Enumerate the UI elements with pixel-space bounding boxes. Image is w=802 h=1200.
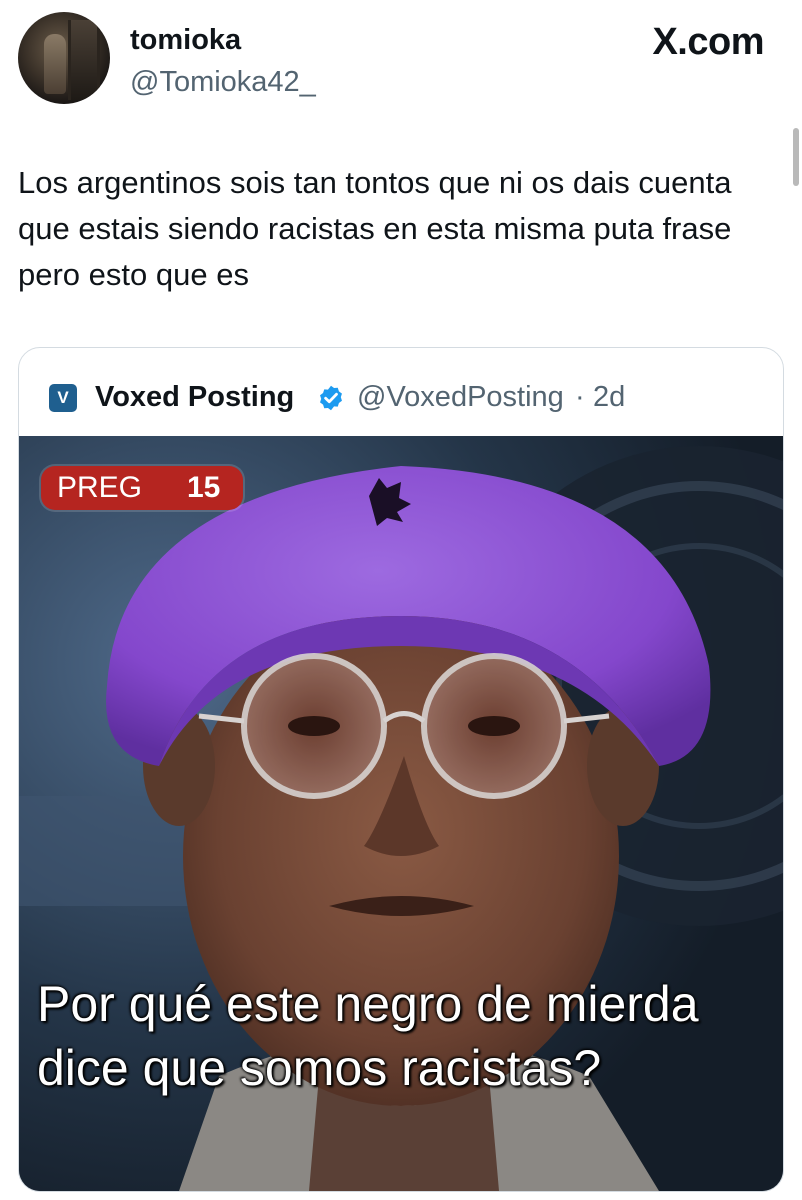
tweet-header: tomioka @Tomioka42_ X.com (0, 0, 802, 120)
verified-check-icon (320, 385, 342, 411)
meme-caption: Por qué este negro de mierda dice que so… (37, 976, 699, 1096)
separator-dot: · (575, 381, 585, 413)
quoted-avatar[interactable]: V (49, 384, 77, 412)
badge-label: PREG (57, 471, 143, 504)
badge-number: 15 (187, 471, 221, 504)
scrollbar[interactable] (793, 128, 799, 186)
avatar[interactable] (18, 12, 110, 104)
quoted-tweet[interactable]: V Voxed Posting @VoxedPosting · 2d PREG … (18, 347, 784, 1192)
quoted-author-handle[interactable]: @VoxedPosting (357, 379, 564, 415)
tweet-text: Los argentinos sois tan tontos que ni os… (18, 165, 732, 292)
age-rating-badge: PREG 15 (41, 466, 243, 510)
author-handle[interactable]: @Tomioka42_ (130, 66, 316, 98)
quoted-author-name[interactable]: Voxed Posting (95, 379, 294, 415)
quoted-tweet-header: V Voxed Posting @VoxedPosting · 2d (19, 348, 783, 436)
quoted-timestamp[interactable]: 2d (593, 379, 625, 415)
quoted-media-image[interactable]: PREG 15 Por qué este negro de mierda dic… (19, 436, 783, 1191)
author-name[interactable]: tomioka (130, 24, 241, 56)
x-logo: X.com (652, 21, 764, 63)
